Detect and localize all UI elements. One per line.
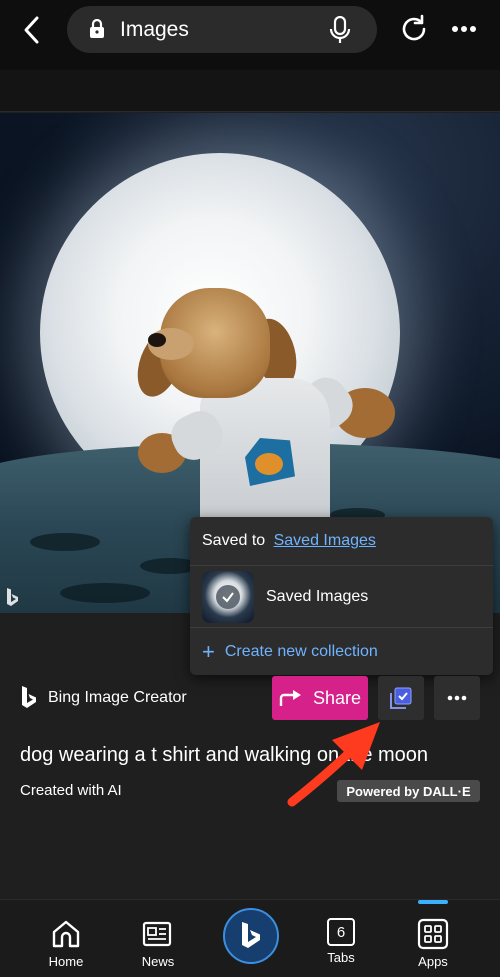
creator-label: Bing Image Creator bbox=[48, 689, 187, 706]
plus-icon: + bbox=[202, 639, 215, 664]
back-arrow-icon bbox=[24, 16, 39, 44]
saved-to-header: Saved to Saved Images bbox=[202, 532, 376, 550]
nav-news-label: News bbox=[141, 954, 175, 969]
divider bbox=[190, 565, 493, 566]
nav-tabs-label: Tabs bbox=[327, 950, 355, 965]
more-icon[interactable] bbox=[448, 16, 480, 42]
crater bbox=[60, 583, 150, 603]
toolbar-strip bbox=[0, 70, 500, 112]
tabs-icon: 6 bbox=[327, 918, 355, 946]
back-button[interactable] bbox=[14, 12, 50, 48]
collection-thumbnail bbox=[202, 571, 254, 623]
check-icon bbox=[216, 585, 240, 609]
collection-item-saved-images[interactable]: Saved Images bbox=[202, 571, 482, 623]
dog-nose bbox=[148, 333, 166, 347]
divider bbox=[190, 627, 493, 628]
more-options-icon bbox=[447, 695, 467, 701]
address-bar[interactable]: Images bbox=[67, 6, 377, 53]
saved-images-link[interactable]: Saved Images bbox=[274, 532, 376, 549]
browser-top-bar: Images bbox=[0, 0, 500, 70]
address-text: Images bbox=[120, 18, 189, 41]
creator-row: Bing Image Creator bbox=[20, 683, 187, 713]
share-label: Share bbox=[312, 687, 362, 708]
nav-apps[interactable]: Apps bbox=[393, 900, 473, 977]
shirt-print-detail bbox=[255, 453, 283, 475]
nav-tabs[interactable]: 6 Tabs bbox=[301, 900, 381, 977]
create-collection-label: Create new collection bbox=[224, 643, 378, 660]
reload-icon[interactable] bbox=[398, 13, 430, 45]
nav-apps-label: Apps bbox=[418, 954, 448, 969]
share-icon bbox=[279, 690, 301, 706]
nav-home[interactable]: Home bbox=[26, 900, 106, 977]
nav-home-label: Home bbox=[48, 954, 84, 969]
apps-icon bbox=[417, 918, 449, 950]
collection-label: Saved Images bbox=[266, 588, 369, 605]
create-collection-button[interactable]: + Create new collection bbox=[202, 641, 378, 663]
bing-chat-button[interactable] bbox=[223, 908, 279, 964]
mic-icon[interactable] bbox=[327, 16, 353, 44]
bing-logo-icon bbox=[22, 686, 36, 708]
home-icon bbox=[52, 920, 80, 948]
bottom-nav: Home News 6 Tabs Apps bbox=[0, 899, 500, 977]
annotation-arrow-icon bbox=[287, 722, 380, 807]
created-with-ai-label: Created with AI bbox=[20, 782, 122, 799]
save-collection-icon bbox=[390, 687, 412, 709]
lock-icon bbox=[90, 19, 104, 38]
options-button[interactable] bbox=[434, 676, 480, 720]
bing-watermark-icon bbox=[7, 588, 18, 606]
saved-to-label: Saved to bbox=[202, 532, 266, 549]
crater bbox=[30, 533, 100, 551]
save-popup: Saved to Saved Images Saved Images + Cre… bbox=[190, 517, 493, 675]
bing-icon bbox=[242, 922, 260, 948]
news-icon bbox=[142, 921, 172, 947]
nav-news[interactable]: News bbox=[118, 900, 198, 977]
